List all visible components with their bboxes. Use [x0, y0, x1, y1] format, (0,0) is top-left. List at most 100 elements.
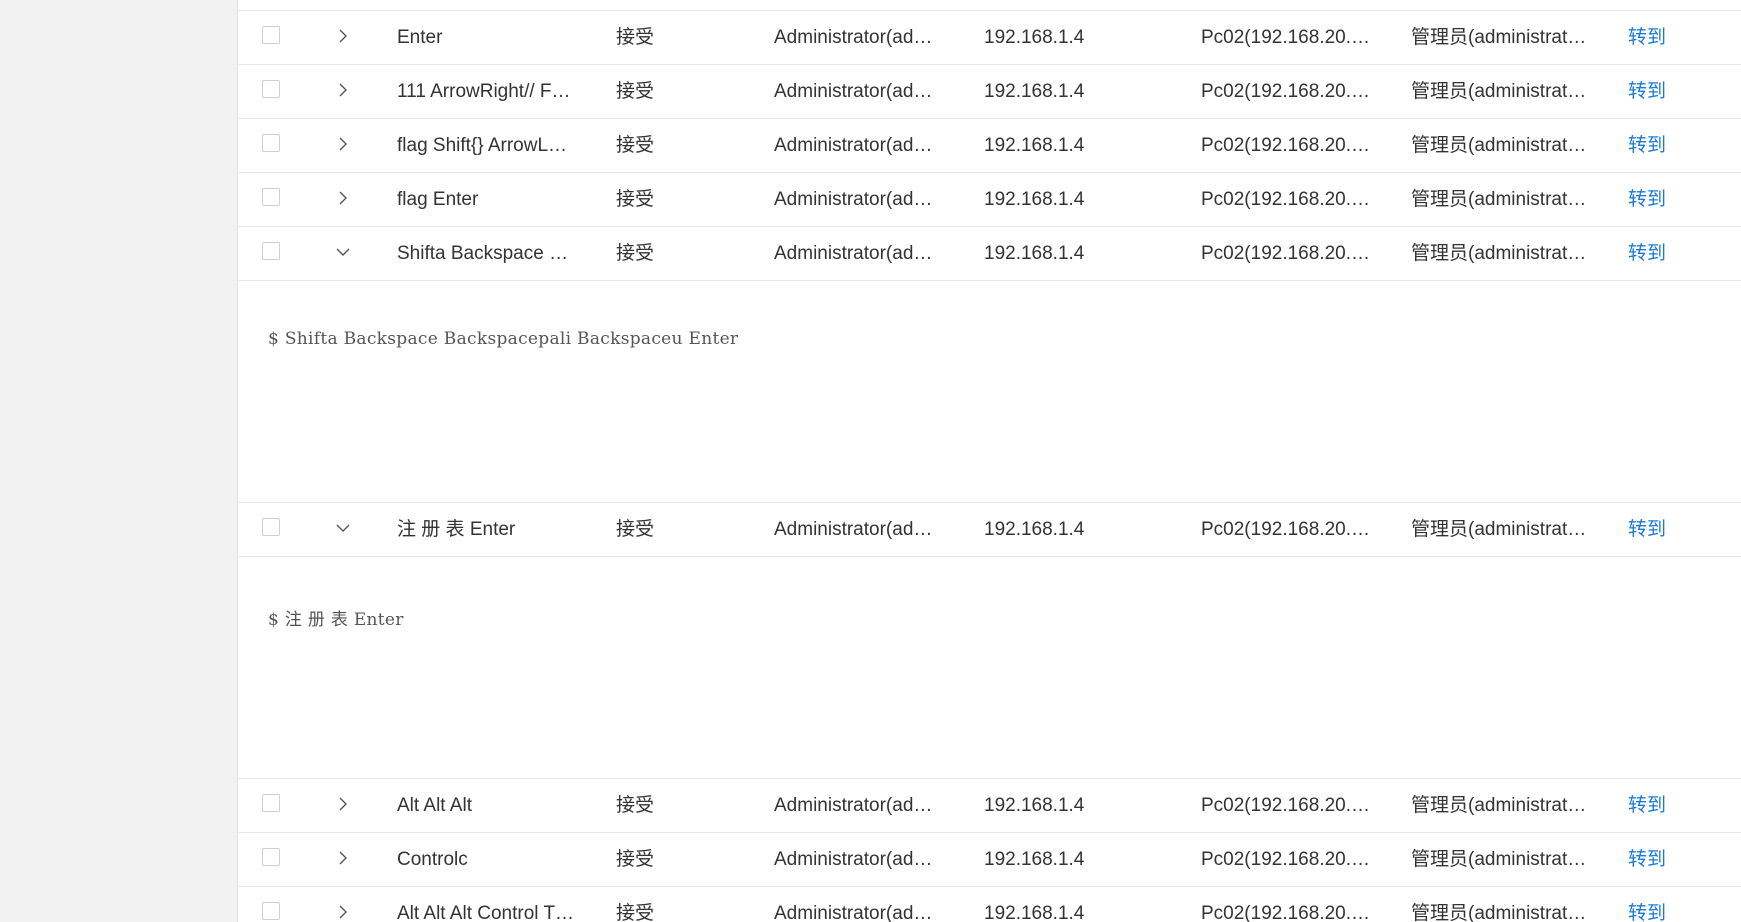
operator-cell: 管理员(administrat… — [1411, 243, 1587, 264]
goto-link[interactable]: 转到 — [1628, 503, 1708, 557]
expand-toggle[interactable] — [328, 503, 358, 557]
user-cell: Administrator(ad… — [774, 519, 933, 540]
row-checkbox[interactable] — [262, 79, 280, 98]
host-cell: Pc02(192.168.20.… — [1201, 189, 1371, 210]
table-row: 命令 接受 Administrator(ad… 192.168.1.4 Pc02… — [238, 0, 1741, 11]
expand-toggle[interactable] — [328, 227, 358, 281]
operator-cell: 管理员(administrat… — [1411, 849, 1587, 870]
command-cell: 111 ArrowRight// F… — [397, 81, 571, 102]
goto-link[interactable]: 转到 — [1628, 173, 1708, 227]
goto-link[interactable]: 转到 — [1628, 65, 1708, 119]
row-checkbox-cell — [262, 779, 284, 833]
goto-link[interactable]: 转到 — [1628, 0, 1708, 11]
command-cell: Alt Alt Alt — [397, 795, 472, 816]
row-checkbox-cell — [262, 11, 284, 65]
chevron-right-icon[interactable] — [333, 848, 353, 868]
goto-link[interactable]: 转到 — [1628, 227, 1708, 281]
expand-toggle[interactable] — [328, 779, 358, 833]
operator-cell: 管理员(administrat… — [1411, 189, 1587, 210]
host-cell: Pc02(192.168.20.… — [1201, 243, 1371, 264]
host-cell: Pc02(192.168.20.… — [1201, 795, 1371, 816]
table-row: 111 ArrowRight// F… 接受 Administrator(ad…… — [238, 65, 1741, 119]
expand-toggle[interactable] — [328, 0, 358, 11]
goto-link[interactable]: 转到 — [1628, 119, 1708, 173]
ip-cell: 192.168.1.4 — [984, 519, 1085, 540]
chevron-right-icon[interactable] — [333, 188, 353, 208]
action-cell: 接受 — [616, 135, 655, 156]
audit-log-table: 命令 接受 Administrator(ad… 192.168.1.4 Pc02… — [238, 0, 1741, 922]
user-cell: Administrator(ad… — [774, 903, 933, 922]
host-cell: Pc02(192.168.20.… — [1201, 27, 1371, 48]
operator-cell: 管理员(administrat… — [1411, 135, 1587, 156]
command-cell: 注 册 表 Enter — [397, 519, 516, 540]
goto-link[interactable]: 转到 — [1628, 779, 1708, 833]
main-content: 命令 接受 Administrator(ad… 192.168.1.4 Pc02… — [238, 0, 1741, 922]
row-checkbox[interactable] — [262, 187, 280, 206]
action-cell: 接受 — [616, 81, 655, 102]
row-checkbox[interactable] — [262, 901, 280, 920]
host-cell: Pc02(192.168.20.… — [1201, 849, 1371, 870]
table-row: flag Enter 接受 Administrator(ad… 192.168.… — [238, 173, 1741, 227]
table-row: Alt Alt Alt 接受 Administrator(ad… 192.168… — [238, 779, 1741, 833]
row-checkbox[interactable] — [262, 133, 280, 152]
expand-toggle[interactable] — [328, 65, 358, 119]
table-row: Enter 接受 Administrator(ad… 192.168.1.4 P… — [238, 11, 1741, 65]
sidebar — [0, 0, 238, 922]
row-checkbox[interactable] — [262, 241, 280, 260]
command-cell: flag Shift{} ArrowL… — [397, 135, 568, 156]
chevron-right-icon[interactable] — [333, 134, 353, 154]
row-checkbox[interactable] — [262, 517, 280, 536]
chevron-right-icon[interactable] — [333, 794, 353, 814]
operator-cell: 管理员(administrat… — [1411, 27, 1587, 48]
host-cell: Pc02(192.168.20.… — [1201, 135, 1371, 156]
expand-toggle[interactable] — [328, 887, 358, 922]
row-checkbox-cell — [262, 833, 284, 887]
chevron-right-icon[interactable] — [333, 80, 353, 100]
chevron-down-icon[interactable] — [333, 242, 353, 262]
expand-toggle[interactable] — [328, 119, 358, 173]
row-checkbox-cell — [262, 0, 284, 11]
table-row: Controlc 接受 Administrator(ad… 192.168.1.… — [238, 833, 1741, 887]
expand-toggle[interactable] — [328, 11, 358, 65]
chevron-right-icon[interactable] — [333, 902, 353, 922]
goto-link[interactable]: 转到 — [1628, 887, 1708, 922]
row-checkbox-cell — [262, 119, 284, 173]
table-row: 注 册 表 Enter 接受 Administrator(ad… 192.168… — [238, 503, 1741, 557]
ip-cell: 192.168.1.4 — [984, 135, 1085, 156]
operator-cell: 管理员(administrat… — [1411, 903, 1587, 922]
row-checkbox[interactable] — [262, 25, 280, 44]
command-cell: Alt Alt Alt Control T… — [397, 903, 575, 922]
command-cell: Enter — [397, 27, 443, 48]
ip-cell: 192.168.1.4 — [984, 0, 1164, 11]
chevron-down-icon[interactable] — [333, 518, 353, 538]
action-cell: 接受 — [616, 243, 655, 264]
row-checkbox-cell — [262, 65, 284, 119]
operator-cell: 管理员(administrat… — [1411, 519, 1587, 540]
user-cell: Administrator(ad… — [774, 27, 933, 48]
row-checkbox-cell — [262, 227, 284, 281]
goto-link[interactable]: 转到 — [1628, 11, 1708, 65]
row-checkbox-cell — [262, 503, 284, 557]
command-detail-text: $ 注 册 表 Enter — [268, 610, 404, 630]
ip-cell: 192.168.1.4 — [984, 27, 1085, 48]
goto-link[interactable]: 转到 — [1628, 833, 1708, 887]
row-checkbox[interactable] — [262, 847, 280, 866]
action-cell: 接受 — [616, 519, 655, 540]
user-cell: Administrator(ad… — [774, 81, 933, 102]
host-cell: Pc02(192.168.20.… — [1201, 519, 1371, 540]
ip-cell: 192.168.1.4 — [984, 795, 1085, 816]
user-cell: Administrator(ad… — [774, 135, 933, 156]
operator-cell: 管理员(administrat… — [1411, 795, 1587, 816]
operator-cell: 管理员(administrat… — [1411, 81, 1587, 102]
expand-toggle[interactable] — [328, 833, 358, 887]
command-detail-text: $ Shifta Backspace Backspacepali Backspa… — [268, 329, 739, 349]
chevron-right-icon[interactable] — [333, 26, 353, 46]
host-cell: Pc02(192.168.20.… — [1201, 0, 1379, 11]
action-cell: 接受 — [616, 27, 655, 48]
operator-cell: 管理员(administrat… — [1411, 0, 1589, 11]
row-checkbox[interactable] — [262, 793, 280, 812]
expand-toggle[interactable] — [328, 173, 358, 227]
action-cell: 接受 — [616, 903, 655, 922]
ip-cell: 192.168.1.4 — [984, 849, 1085, 870]
row-checkbox-cell — [262, 173, 284, 227]
